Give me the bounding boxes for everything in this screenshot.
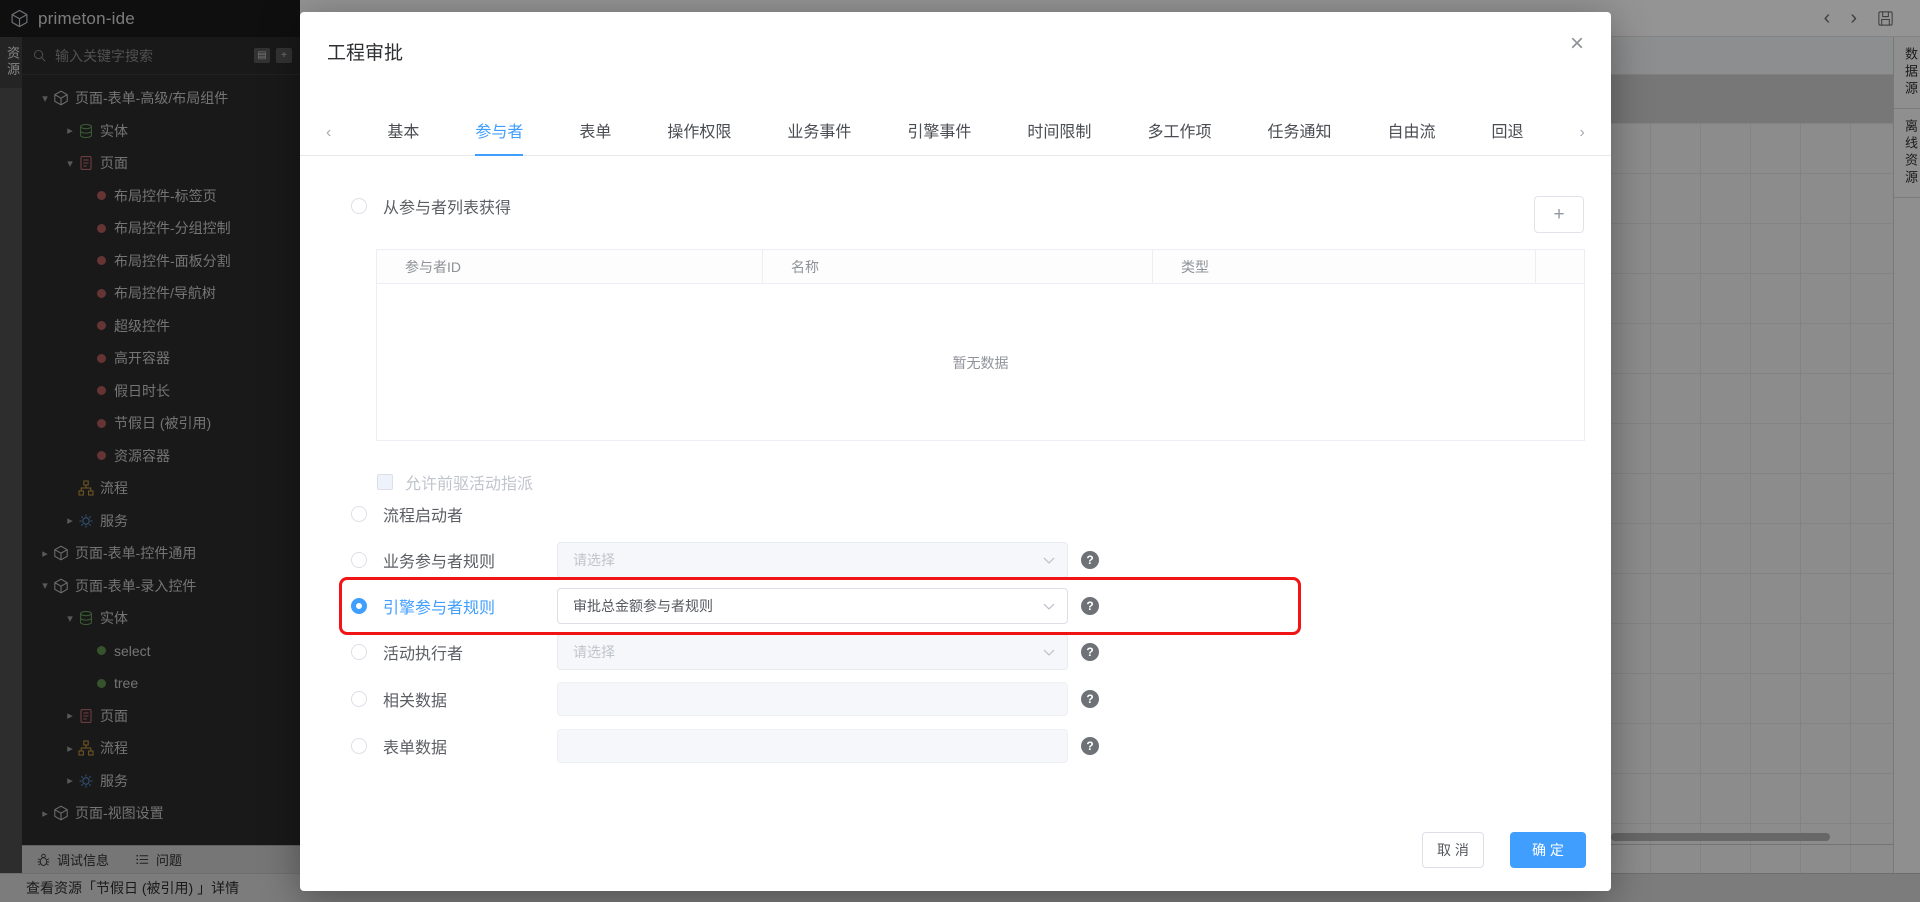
option-label: 引擎参与者规则 [383, 594, 495, 618]
option-from-participant-list: 从参与者列表获得 [351, 186, 511, 226]
help-icon[interactable]: ? [1081, 737, 1099, 755]
tabs-scroll-left-icon[interactable]: ‹ [326, 124, 331, 155]
checkbox-allow-predecessor[interactable] [377, 474, 393, 490]
help-icon[interactable]: ? [1081, 690, 1099, 708]
tab-free-flow[interactable]: 自由流 [1387, 118, 1435, 155]
chevron-down-icon [1043, 649, 1055, 656]
column-header-name: 名称 [763, 250, 1153, 283]
dialog-footer: 取 消 确 定 [1422, 832, 1586, 868]
chevron-down-icon [1043, 557, 1055, 564]
engine-rule-select[interactable]: 审批总金额参与者规则 [557, 588, 1068, 624]
help-icon[interactable]: ? [1081, 643, 1099, 661]
option-engine-participant-rule: 引擎参与者规则 审批总金额参与者规则 ? [351, 586, 1251, 626]
option-label: 流程启动者 [383, 502, 463, 526]
tab-form[interactable]: 表单 [579, 118, 611, 155]
approval-dialog: 工程审批 × ‹ 基本 参与者 表单 操作权限 业务事件 引擎事件 时间限制 多… [300, 12, 1611, 891]
dialog-title: 工程审批 [327, 38, 403, 65]
select-placeholder: 请选择 [573, 550, 615, 570]
option-label: 从参与者列表获得 [383, 194, 511, 218]
cancel-button[interactable]: 取 消 [1422, 832, 1484, 868]
option-process-starter: 流程启动者 [351, 494, 463, 534]
add-participant-button[interactable]: + [1534, 196, 1584, 233]
column-header-participant-id: 参与者ID [377, 250, 763, 283]
option-business-participant-rule: 业务参与者规则 请选择 ? [351, 540, 1251, 580]
tab-business-events[interactable]: 业务事件 [787, 118, 851, 155]
participants-table: 参与者ID 名称 类型 暂无数据 [376, 249, 1585, 441]
select-placeholder: 请选择 [573, 642, 615, 662]
chevron-down-icon [1043, 603, 1055, 610]
tab-engine-events[interactable]: 引擎事件 [907, 118, 971, 155]
option-related-data: 相关数据 ? [351, 679, 1251, 719]
app-window: primeton-ide ‹ › 资源 ▤ + ▾页面-表单-高级/布局组件 ▸… [0, 0, 1920, 902]
dialog-tabs: ‹ 基本 参与者 表单 操作权限 业务事件 引擎事件 时间限制 多工作项 任务通… [300, 110, 1611, 156]
tabs-scroll-right-icon[interactable]: › [1580, 124, 1585, 155]
tab-task-notification[interactable]: 任务通知 [1267, 118, 1331, 155]
option-label: 活动执行者 [383, 640, 463, 664]
confirm-button[interactable]: 确 定 [1510, 832, 1586, 868]
radio-activity-executor[interactable] [351, 644, 367, 660]
tab-time-limit[interactable]: 时间限制 [1027, 118, 1091, 155]
business-rule-select[interactable]: 请选择 [557, 542, 1068, 578]
radio-business-participant-rule[interactable] [351, 552, 367, 568]
option-label: 相关数据 [383, 687, 447, 711]
radio-related-data[interactable] [351, 691, 367, 707]
help-icon[interactable]: ? [1081, 551, 1099, 569]
tab-participants[interactable]: 参与者 [475, 118, 523, 156]
table-empty-text: 暂无数据 [377, 284, 1584, 441]
radio-process-starter[interactable] [351, 506, 367, 522]
column-header-actions [1536, 250, 1584, 283]
option-label: 允许前驱活动指派 [405, 470, 533, 494]
option-form-data: 表单数据 ? [351, 726, 1251, 766]
radio-from-participant-list[interactable] [351, 198, 367, 214]
radio-engine-participant-rule[interactable] [351, 598, 367, 614]
tab-rollback[interactable]: 回退 [1491, 118, 1523, 155]
option-label: 表单数据 [383, 734, 447, 758]
tab-basic[interactable]: 基本 [387, 118, 419, 155]
activity-executor-select[interactable]: 请选择 [557, 634, 1068, 670]
column-header-type: 类型 [1153, 250, 1536, 283]
form-data-input[interactable] [557, 729, 1068, 763]
related-data-input[interactable] [557, 682, 1068, 716]
select-value: 审批总金额参与者规则 [573, 596, 713, 616]
tab-multi-workitem[interactable]: 多工作项 [1147, 118, 1211, 155]
table-header-row: 参与者ID 名称 类型 [377, 250, 1584, 284]
option-label: 业务参与者规则 [383, 548, 495, 572]
tab-operation-permissions[interactable]: 操作权限 [667, 118, 731, 155]
close-icon[interactable]: × [1562, 30, 1592, 60]
help-icon[interactable]: ? [1081, 597, 1099, 615]
radio-form-data[interactable] [351, 738, 367, 754]
option-activity-executor: 活动执行者 请选择 ? [351, 632, 1251, 672]
